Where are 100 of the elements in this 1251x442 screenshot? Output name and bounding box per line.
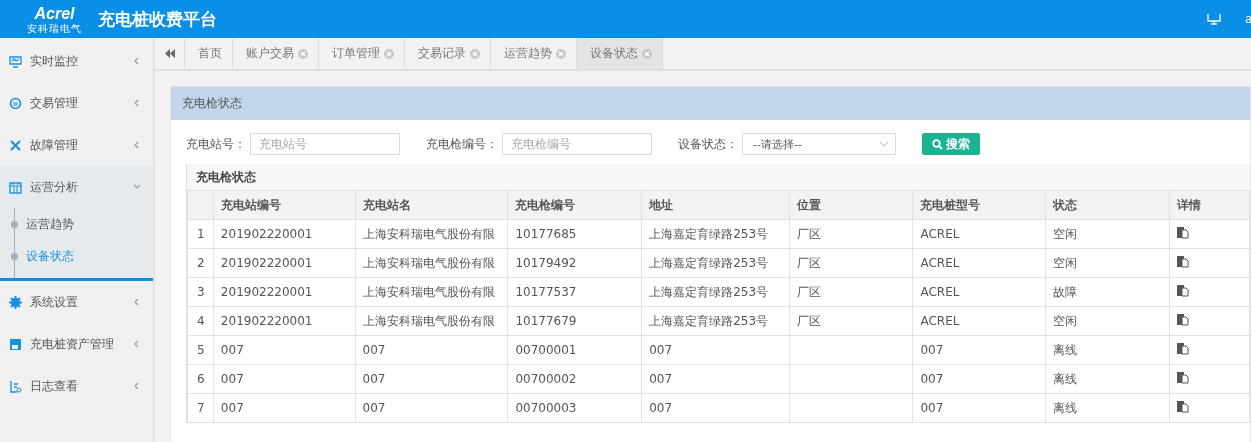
sidebar-item[interactable]: 充电桩资产管理	[0, 323, 153, 365]
table-cell: 故障	[1053, 284, 1078, 299]
table-cell: 007	[920, 372, 944, 386]
table-cell: 007	[362, 372, 386, 386]
document-icon[interactable]	[1176, 400, 1189, 413]
row-number: 4	[187, 306, 214, 336]
filter-label: 设备状态：	[678, 135, 738, 153]
row-number: 7	[187, 393, 214, 423]
table-cell: 007	[220, 372, 244, 386]
row-number: 6	[187, 364, 214, 394]
table-cell: ACREL	[920, 285, 960, 299]
table-cell: 007	[362, 401, 386, 415]
column-header: 充电桩型号	[913, 190, 1046, 220]
panel-title: 充电枪状态	[171, 87, 1250, 120]
table-cell: 上海安科瑞电气股份有限	[362, 313, 495, 328]
tab[interactable]: 订单管理	[319, 38, 405, 69]
table-cell: 00700001	[515, 343, 577, 357]
table-cell: 上海安科瑞电气股份有限	[362, 226, 495, 241]
column-header: 地址	[641, 190, 790, 220]
row-number: 3	[187, 277, 214, 307]
row-number: 5	[187, 335, 214, 365]
chevron-down-icon	[879, 141, 889, 147]
table-cell: 007	[649, 401, 673, 415]
table-cell: 厂区	[797, 226, 822, 241]
sidebar-subitem[interactable]: 运营趋势	[11, 208, 153, 240]
table-cell: 007	[220, 343, 244, 357]
table-cell: 00700003	[515, 401, 577, 415]
logo-text: Acrel	[34, 4, 75, 23]
table-cell: 201902220001	[220, 285, 313, 299]
row-number: 2	[187, 248, 214, 278]
table-cell: 上海嘉定育绿路253号	[649, 284, 769, 299]
column-header: 详情	[1169, 190, 1250, 220]
table-cell: 201902220001	[220, 227, 313, 241]
document-icon[interactable]	[1176, 255, 1189, 268]
table-cell: 上海嘉定育绿路253号	[649, 226, 769, 241]
sidebar-item[interactable]: 日志查看	[0, 365, 153, 407]
tab[interactable]: 设备状态	[577, 38, 663, 69]
table-cell: ACREL	[920, 256, 960, 270]
table-cell: 空闲	[1053, 313, 1078, 328]
column-header: 位置	[789, 190, 913, 220]
table-cell: 空闲	[1053, 226, 1078, 241]
table-cell: ACREL	[920, 227, 960, 241]
settings-icon	[9, 295, 22, 309]
table-cell: 厂区	[797, 313, 822, 328]
tab[interactable]: 账户交易	[233, 38, 319, 69]
table-cell: 厂区	[797, 284, 822, 299]
document-icon[interactable]	[1176, 284, 1189, 297]
calendar-icon	[9, 180, 22, 194]
filter-label: 充电站号：	[186, 135, 246, 153]
sidebar-item[interactable]: 故障管理	[0, 124, 153, 166]
sidebar-item[interactable]: 系统设置	[0, 281, 153, 323]
table-cell: 空闲	[1053, 255, 1078, 270]
table-cell: 厂区	[797, 255, 822, 270]
table-cell: 201902220001	[220, 314, 313, 328]
search-icon	[932, 138, 943, 150]
column-header: 充电枪编号	[507, 190, 642, 220]
table-cell: 10177537	[515, 285, 577, 299]
table-cell: 上海嘉定育绿路253号	[649, 255, 769, 270]
table-cell: 10177685	[515, 227, 577, 241]
sidebar-item[interactable]: 运营分析	[0, 166, 153, 208]
table-cell: 上海嘉定育绿路253号	[649, 313, 769, 328]
table-cell: ACREL	[920, 314, 960, 328]
table-cell: 007	[920, 401, 944, 415]
row-number: 1	[187, 219, 214, 249]
table-cell: 上海安科瑞电气股份有限	[362, 255, 495, 270]
table-cell: 007	[649, 343, 673, 357]
table-cell: 10177679	[515, 314, 577, 328]
document-icon[interactable]	[1176, 371, 1189, 384]
table-cell: 007	[220, 401, 244, 415]
app-title: 充电桩收费平台	[98, 7, 217, 31]
save-icon	[9, 337, 22, 351]
table-cell: 007	[920, 343, 944, 357]
column-header: 状态	[1045, 190, 1169, 220]
logo-subtitle: 安科瑞电气	[27, 23, 82, 34]
table-cell: 10179492	[515, 256, 577, 270]
table-cell: 上海安科瑞电气股份有限	[362, 284, 495, 299]
status-dropdown[interactable]: --请选择--	[742, 133, 896, 155]
table-title: 充电枪状态	[187, 164, 1250, 190]
list-icon	[9, 379, 22, 393]
document-icon[interactable]	[1176, 313, 1189, 326]
table-cell: 007	[649, 372, 673, 386]
sidebar-item[interactable]: 实时监控	[0, 40, 153, 82]
sidebar-item[interactable]: 交易管理	[0, 82, 153, 124]
user-name[interactable]: a	[1245, 12, 1251, 26]
table-cell: 离线	[1053, 400, 1078, 415]
input-field[interactable]: 充电站号	[250, 133, 400, 155]
monitor-icon	[9, 54, 22, 68]
table-cell: 00700002	[515, 372, 577, 386]
column-header: 充电站名	[355, 190, 508, 220]
monitor-icon[interactable]	[1207, 13, 1221, 25]
filter-label: 充电枪编号：	[426, 135, 498, 153]
tab[interactable]: 交易记录	[405, 38, 491, 69]
table-cell: 201902220001	[220, 256, 313, 270]
input-field[interactable]: 充电枪编号	[502, 133, 652, 155]
document-icon[interactable]	[1176, 342, 1189, 355]
document-icon[interactable]	[1176, 226, 1189, 239]
table-cell: 007	[362, 343, 386, 357]
table-cell: 离线	[1053, 342, 1078, 357]
column-header: 充电站编号	[213, 190, 355, 220]
tab[interactable]: 首页	[185, 38, 233, 69]
